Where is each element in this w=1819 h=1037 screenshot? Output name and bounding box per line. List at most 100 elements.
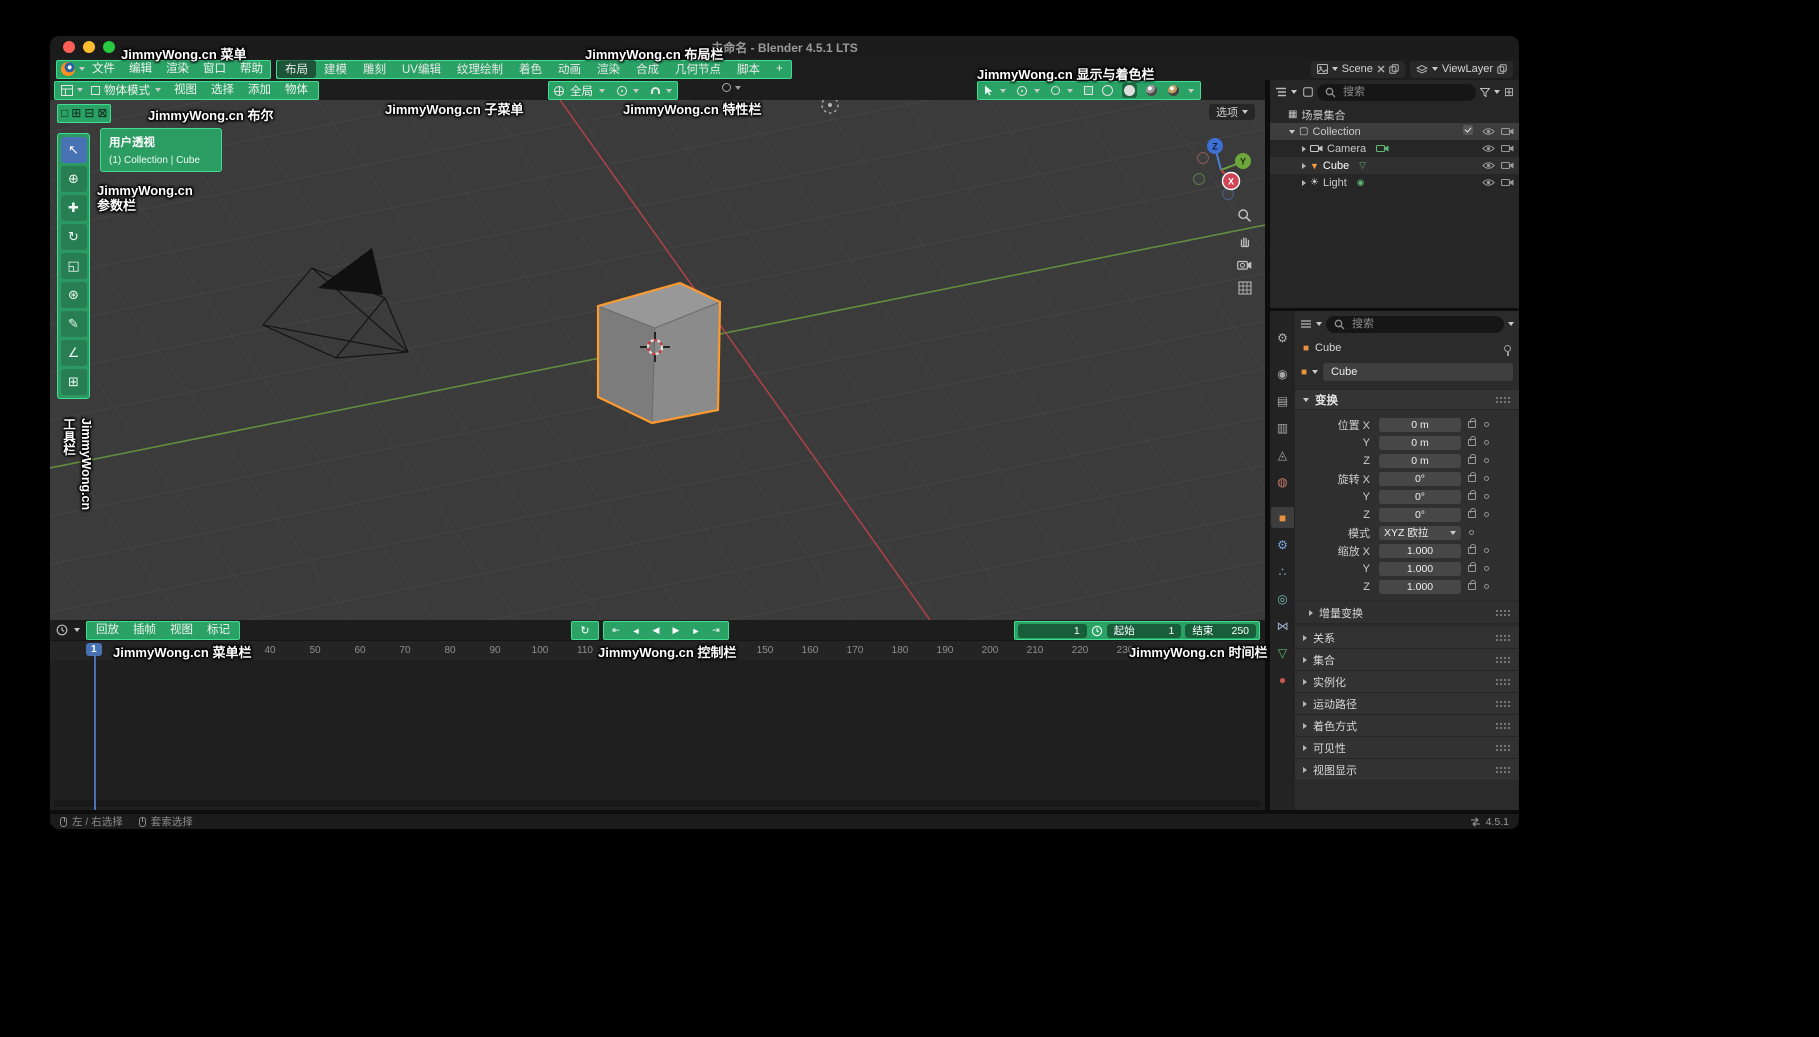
scale-tool[interactable]: ◱	[61, 253, 87, 279]
animate-dot-icon[interactable]	[1484, 548, 1489, 553]
gizmo-minus-x-ball[interactable]	[1198, 153, 1209, 164]
panel-header-collapsed[interactable]: 视图显示	[1295, 759, 1519, 781]
viewport-menu-item[interactable]: 选择	[204, 82, 241, 99]
measure-tool[interactable]: ∠	[61, 340, 87, 366]
transform-panel-header[interactable]: 变换	[1295, 389, 1519, 410]
lock-icon[interactable]	[1468, 565, 1476, 572]
move-tool[interactable]: ✚	[61, 195, 87, 221]
lock-icon[interactable]	[1468, 583, 1476, 590]
workspace-tab[interactable]: 动画	[550, 60, 589, 78]
lock-icon[interactable]	[1468, 547, 1476, 554]
properties-search-input[interactable]	[1350, 317, 1496, 331]
annotate-tool[interactable]: ✎	[61, 311, 87, 337]
menubar-item[interactable]: 帮助	[233, 61, 270, 78]
material-tab[interactable]: ●	[1271, 669, 1294, 690]
panel-header-collapsed[interactable]: 实例化	[1295, 671, 1519, 693]
snap-magnet-icon[interactable]	[651, 87, 660, 94]
play-reverse-button[interactable]: ◀	[647, 623, 665, 638]
animate-dot-icon[interactable]	[1484, 440, 1489, 445]
filter-funnel-icon[interactable]	[1480, 88, 1490, 97]
blender-logo-icon[interactable]	[57, 62, 79, 76]
outliner-row[interactable]: ▢Collection	[1270, 123, 1519, 140]
chevron-right-icon[interactable]	[1302, 163, 1306, 169]
viewport-menu-item[interactable]: 添加	[241, 82, 278, 99]
disable-in-renders-toggle[interactable]	[1501, 161, 1514, 170]
workspace-tab[interactable]: 雕刻	[355, 60, 394, 78]
delta-transform-subpanel[interactable]: 增量变换	[1295, 602, 1519, 624]
animate-dot-icon[interactable]	[1484, 494, 1489, 499]
transform-tool[interactable]: ⊛	[61, 282, 87, 308]
panel-grip-icon[interactable]	[1495, 678, 1511, 686]
unlink-icon[interactable]	[1377, 65, 1385, 73]
frame-start-field[interactable]: 起始1	[1107, 624, 1182, 638]
panel-header-collapsed[interactable]: 集合	[1295, 649, 1519, 671]
value-field[interactable]: 0°	[1379, 490, 1461, 504]
panel-grip-icon[interactable]	[1495, 744, 1511, 752]
disable-in-renders-toggle[interactable]	[1501, 178, 1514, 187]
toggle-xray-icon[interactable]	[1084, 86, 1093, 95]
minimize-window-button[interactable]	[83, 41, 95, 53]
animate-dot-icon[interactable]	[1484, 512, 1489, 517]
keying-clock-icon[interactable]	[1091, 625, 1103, 637]
view-layer-selector[interactable]: ViewLayer	[1410, 61, 1513, 78]
timeline-menu-item[interactable]: 回放	[89, 622, 126, 639]
rotate-tool[interactable]: ↻	[61, 224, 87, 250]
workspace-tab[interactable]: 脚本	[729, 60, 768, 78]
panel-grip-icon[interactable]	[1495, 766, 1511, 774]
value-field[interactable]: 0°	[1379, 508, 1461, 522]
toggle-ortho-grid-icon[interactable]	[1238, 281, 1252, 295]
workspace-tab[interactable]: 建模	[316, 60, 355, 78]
mode-selector[interactable]: 物体模式	[104, 82, 150, 98]
lock-icon[interactable]	[1468, 475, 1476, 482]
hide-in-viewport-toggle[interactable]	[1482, 144, 1495, 153]
physics-tab[interactable]: ◎	[1271, 588, 1294, 609]
outliner-row[interactable]: ▼Cube▽	[1270, 157, 1519, 174]
workspace-tab[interactable]: UV编辑	[394, 60, 449, 78]
timeline-menu-item[interactable]: 插帧	[126, 622, 163, 639]
panel-header-collapsed[interactable]: 着色方式	[1295, 715, 1519, 737]
prev-keyframe-button[interactable]: ◄	[627, 623, 645, 638]
chevron-right-icon[interactable]	[1302, 146, 1306, 152]
lock-icon[interactable]	[1468, 511, 1476, 518]
value-field[interactable]: 0 m	[1379, 454, 1461, 468]
select-mode-intersect-icon[interactable]: ⊠	[97, 106, 107, 121]
panel-grip-icon[interactable]	[1495, 609, 1511, 617]
viewport-3d[interactable]: 物体模式 视图选择添加物体 全局	[50, 80, 1265, 620]
outliner-search[interactable]	[1317, 84, 1476, 101]
outliner-row[interactable]: ☀Light◉	[1270, 174, 1519, 191]
tool-tab[interactable]: ⚙	[1271, 327, 1294, 348]
show-overlays-icon[interactable]	[1051, 86, 1060, 95]
zoom-icon[interactable]	[1237, 208, 1252, 223]
hide-in-viewport-toggle[interactable]	[1482, 161, 1495, 170]
proportional-editing-icon[interactable]	[722, 83, 731, 92]
workspace-tab[interactable]: +	[768, 62, 791, 76]
selectability-pointer-icon[interactable]	[984, 85, 993, 96]
close-window-button[interactable]	[63, 41, 75, 53]
hide-in-viewport-toggle[interactable]	[1482, 127, 1495, 136]
chevron-down-icon[interactable]	[1289, 130, 1295, 134]
particles-tab[interactable]: ∴	[1271, 561, 1294, 582]
timeline-menu-item[interactable]: 视图	[163, 622, 200, 639]
current-frame-field[interactable]: 1	[1018, 624, 1087, 638]
constraints-tab[interactable]: ⋈	[1271, 615, 1294, 636]
panel-grip-icon[interactable]	[1495, 634, 1511, 642]
navigation-gizmo[interactable]: Z Y X	[1185, 134, 1259, 206]
show-gizmo-icon[interactable]	[1017, 86, 1027, 96]
modifiers-tab[interactable]: ⚙	[1271, 534, 1294, 555]
object-name-field[interactable]: Cube	[1323, 363, 1513, 381]
value-field[interactable]: 0 m	[1379, 418, 1461, 432]
value-field[interactable]: 1.000	[1379, 580, 1461, 594]
camera-object[interactable]	[263, 248, 408, 358]
gizmo-minus-y-ball[interactable]	[1194, 174, 1205, 185]
next-keyframe-button[interactable]: ►	[687, 623, 705, 638]
copy-icon[interactable]	[1389, 64, 1399, 74]
select-mode-subtract-icon[interactable]: ⊟	[84, 106, 94, 121]
timeline-menu-item[interactable]: 标记	[200, 622, 237, 639]
shading-rendered-button[interactable]	[1166, 83, 1181, 98]
options-dropdown[interactable]: 选项	[1209, 104, 1255, 120]
value-field[interactable]: 0 m	[1379, 436, 1461, 450]
display-mode-icon[interactable]	[1303, 87, 1313, 97]
panel-grip-icon[interactable]	[1495, 656, 1511, 664]
pivot-point-icon[interactable]	[617, 86, 627, 96]
object-tab[interactable]: ■	[1271, 507, 1294, 528]
